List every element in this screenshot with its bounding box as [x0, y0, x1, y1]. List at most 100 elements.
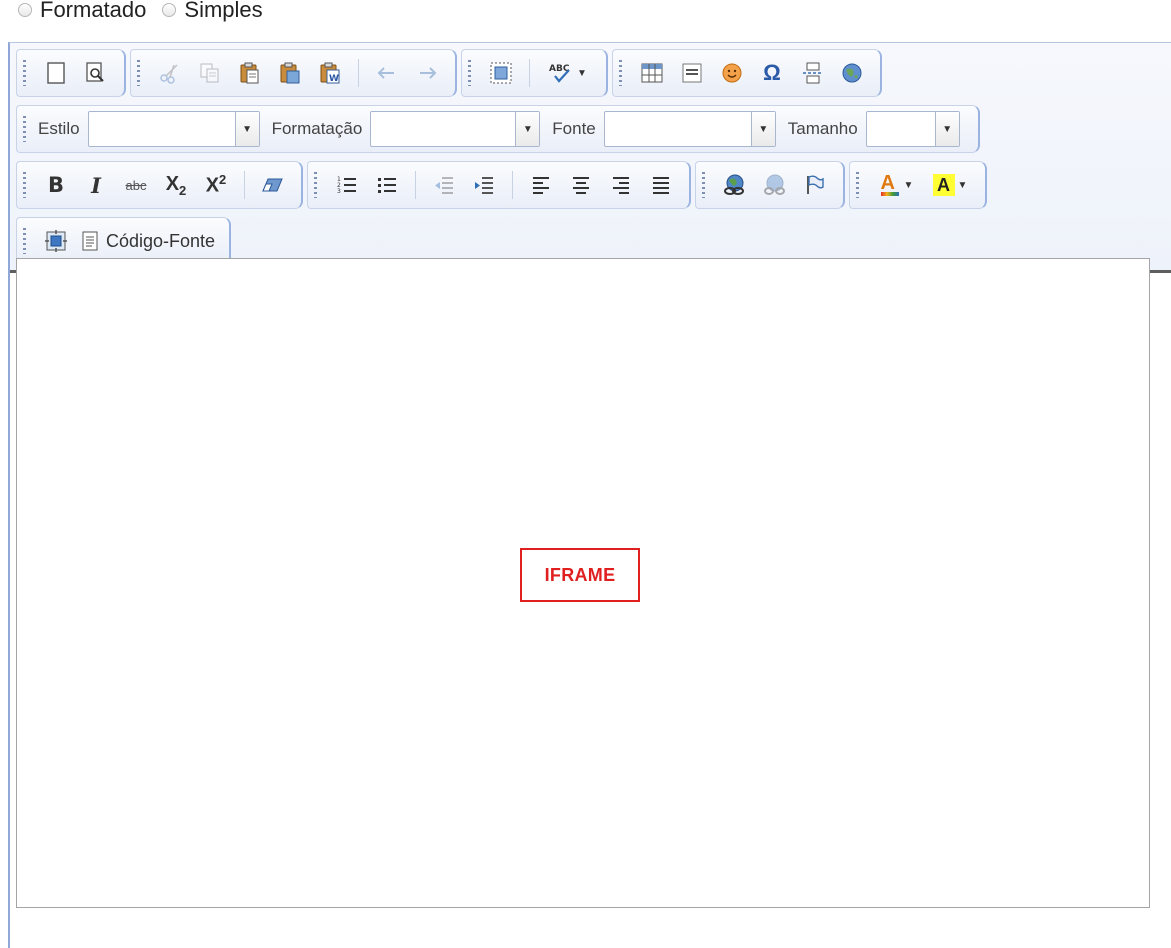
numbered-list-button[interactable]: 123 — [329, 167, 365, 203]
unlink-button[interactable] — [757, 167, 793, 203]
subscript-mark: 2 — [179, 182, 187, 198]
text-color-button[interactable]: A ▼ — [871, 167, 921, 203]
align-justify-button[interactable] — [643, 167, 679, 203]
anchor-button[interactable] — [797, 167, 833, 203]
superscript-button[interactable]: X2 — [198, 167, 234, 203]
bold-button[interactable]: B — [38, 167, 74, 203]
mode-plain-option[interactable]: Simples — [162, 0, 263, 23]
toolbar-separator — [358, 59, 359, 87]
horizontal-rule-button[interactable] — [674, 55, 710, 91]
cut-button[interactable] — [152, 55, 188, 91]
font-combo-label: Fonte — [552, 119, 596, 138]
style-combo-label: Estilo — [38, 119, 80, 138]
indent-icon — [475, 177, 493, 194]
background-color-icon: A — [932, 174, 955, 196]
toolbar-grip[interactable] — [468, 60, 471, 86]
toolbar-grip[interactable] — [23, 228, 26, 254]
italic-icon: I — [91, 172, 101, 198]
align-left-icon — [533, 177, 549, 194]
toolbar-group-combos: Estilo ▼ Formatação ▼ Fonte ▼ Tamanho ▼ — [16, 105, 980, 153]
table-button[interactable] — [634, 55, 670, 91]
toolbar-grip[interactable] — [314, 172, 317, 198]
mode-plain-radio[interactable] — [162, 3, 177, 17]
toolbar-grip[interactable] — [137, 60, 140, 86]
italic-button[interactable]: I — [78, 167, 114, 203]
source-code-button[interactable]: Código-Fonte — [76, 223, 221, 259]
new-page-button[interactable] — [38, 55, 74, 91]
superscript-mark: 2 — [219, 172, 227, 188]
omega-icon: Ω — [763, 60, 781, 85]
toolbar-separator — [244, 171, 245, 199]
select-all-icon — [490, 62, 512, 84]
subscript-icon: X2 — [166, 173, 187, 198]
mode-formatted-radio[interactable] — [18, 3, 32, 17]
paste-text-button[interactable] — [272, 55, 308, 91]
format-combo[interactable]: ▼ — [370, 111, 541, 147]
svg-text:W: W — [329, 74, 339, 84]
align-right-button[interactable] — [603, 167, 639, 203]
toolbar-group-insert: Ω — [612, 49, 882, 97]
iframe-button[interactable] — [834, 55, 870, 91]
spellcheck-button[interactable]: ABC ▼ — [540, 55, 596, 91]
copy-button[interactable] — [192, 55, 228, 91]
background-color-button[interactable]: A ▼ — [925, 167, 975, 203]
size-combo[interactable]: ▼ — [865, 111, 960, 147]
spellcheck-icon: ABC — [549, 64, 570, 83]
toolbar-group-basic-styles: B I abc X2 X2 — [16, 161, 303, 209]
subscript-button[interactable]: X2 — [158, 167, 194, 203]
toolbar-group-links — [695, 161, 845, 209]
undo-button[interactable] — [369, 55, 405, 91]
remove-format-button[interactable] — [255, 167, 291, 203]
preview-button[interactable] — [78, 55, 114, 91]
unlink-icon — [764, 174, 785, 195]
mode-formatted-option[interactable]: Formatado — [18, 0, 146, 23]
chevron-down-icon[interactable]: ▼ — [750, 112, 775, 146]
subscript-letter: X — [165, 172, 180, 195]
paste-text-icon — [280, 62, 300, 84]
toolbar-separator — [529, 59, 530, 87]
toolbar-grip[interactable] — [856, 172, 859, 198]
chevron-down-icon[interactable]: ▼ — [234, 112, 259, 146]
flag-icon — [807, 175, 824, 194]
maximize-button[interactable] — [38, 223, 74, 259]
toolbar-grip[interactable] — [23, 172, 26, 198]
chevron-down-icon[interactable]: ▼ — [515, 112, 540, 146]
undo-icon — [377, 67, 394, 79]
mode-plain-label: Simples — [184, 0, 263, 22]
bulleted-list-button[interactable] — [369, 167, 405, 203]
select-all-button[interactable] — [483, 55, 519, 91]
globe-icon — [842, 63, 862, 83]
toolbar-grip[interactable] — [619, 60, 622, 86]
paste-button[interactable] — [232, 55, 268, 91]
paste-icon — [240, 62, 259, 84]
outdent-button[interactable] — [426, 167, 462, 203]
strikethrough-button[interactable]: abc — [118, 167, 154, 203]
toolbar-grip[interactable] — [23, 116, 26, 142]
svg-text:3: 3 — [337, 188, 341, 195]
smiley-button[interactable] — [714, 55, 750, 91]
align-center-button[interactable] — [563, 167, 599, 203]
toolbar-row-1: W ABC ▼ Ω — [16, 49, 886, 97]
source-document-icon — [82, 231, 98, 251]
toolbar-group-document — [16, 49, 126, 97]
scissors-icon — [160, 64, 178, 84]
toolbar-grip[interactable] — [702, 172, 705, 198]
indent-button[interactable] — [466, 167, 502, 203]
redo-button[interactable] — [409, 55, 445, 91]
style-combo[interactable]: ▼ — [87, 111, 260, 147]
align-left-button[interactable] — [523, 167, 559, 203]
paste-word-button[interactable]: W — [312, 55, 348, 91]
toolbar-row-2: Estilo ▼ Formatação ▼ Fonte ▼ Tamanho ▼ — [16, 105, 984, 153]
table-icon — [641, 63, 663, 83]
link-button[interactable] — [717, 167, 753, 203]
editor-mode-radios: Formatado Simples — [18, 0, 273, 30]
special-char-button[interactable]: Ω — [754, 55, 790, 91]
page-break-button[interactable] — [794, 55, 830, 91]
font-combo[interactable]: ▼ — [603, 111, 776, 147]
iframe-placeholder[interactable]: IFRAME — [520, 548, 640, 602]
iframe-placeholder-label: IFRAME — [544, 564, 616, 585]
paste-word-icon: W — [320, 62, 340, 84]
toolbar-grip[interactable] — [23, 60, 26, 86]
superscript-icon: X2 — [206, 172, 227, 198]
chevron-down-icon[interactable]: ▼ — [934, 112, 959, 146]
